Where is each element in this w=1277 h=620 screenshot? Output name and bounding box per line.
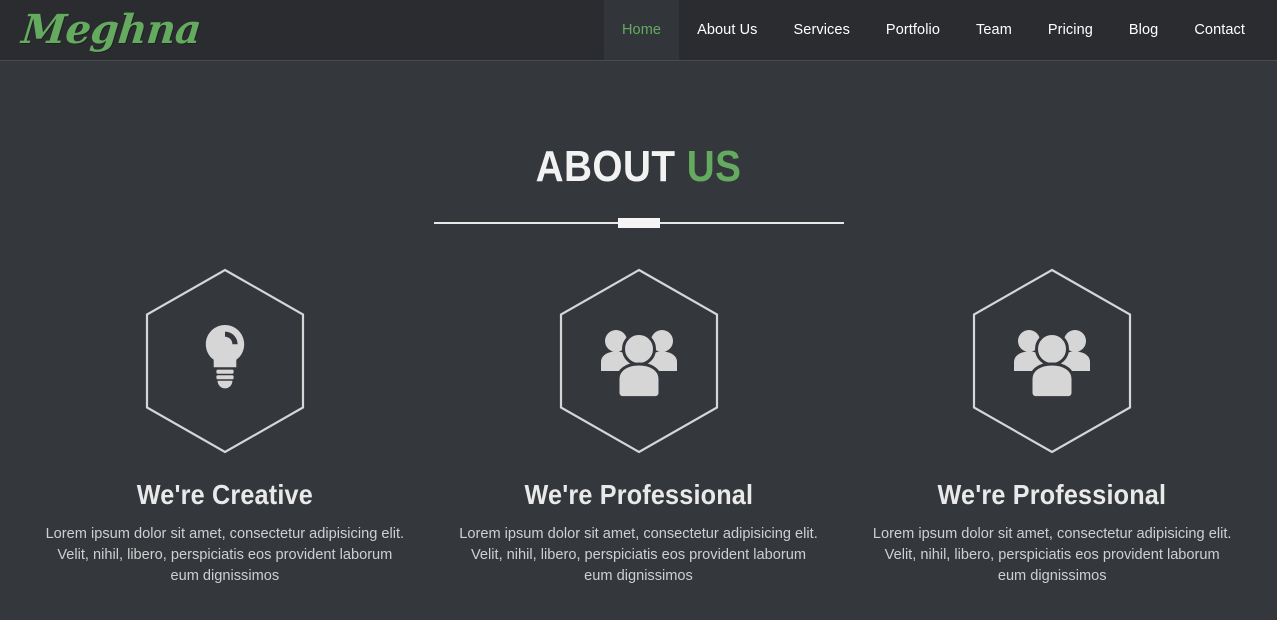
hexagon-badge [446,266,832,456]
divider-knob [617,218,660,228]
site-header: Meghna Home About Us Services Portfolio … [0,0,1277,61]
feature-card-text: Lorem ipsum dolor sit amet, consectetur … [459,525,818,584]
about-us-section: ABOUT US We're Creative Lorem ipsum dolo… [0,61,1277,587]
feature-card[interactable]: We're Professional Lorem ipsum dolor sit… [845,266,1259,587]
feature-card-title: We're Creative [136,479,313,510]
page-title: ABOUT US [77,145,1201,189]
heading-divider [433,218,844,228]
nav-item-team[interactable]: Team [958,0,1030,60]
nav-item-pricing[interactable]: Pricing [1030,0,1111,60]
feature-card-text: Lorem ipsum dolor sit amet, consectetur … [872,525,1232,584]
feature-card-text: Lorem ipsum dolor sit amet, consectetur … [45,525,405,584]
feature-card[interactable]: We're Professional Lorem ipsum dolor sit… [432,266,846,587]
hexagon-badge [32,266,418,456]
main-navigation: Home About Us Services Portfolio Team Pr… [603,0,1277,60]
feature-cards-row: We're Creative Lorem ipsum dolor sit ame… [0,266,1277,587]
feature-card[interactable]: We're Creative Lorem ipsum dolor sit ame… [18,266,432,587]
nav-item-home[interactable]: Home [603,0,680,60]
group-people-icon [973,268,1132,454]
page-title-accent: US [686,142,742,191]
brand-logo-text: Meghna [19,6,204,53]
lightbulb-icon [145,268,304,454]
nav-item-services[interactable]: Services [776,0,868,60]
nav-item-contact[interactable]: Contact [1176,0,1263,60]
nav-item-about-us[interactable]: About Us [679,0,775,60]
page-title-main: ABOUT [535,142,676,191]
group-people-icon [559,268,718,454]
brand-logo-link[interactable]: Meghna [0,0,204,60]
nav-item-portfolio[interactable]: Portfolio [868,0,958,60]
feature-card-title: We're Professional [937,479,1167,510]
feature-card-title: We're Professional [524,479,753,510]
nav-item-blog[interactable]: Blog [1111,0,1176,60]
hexagon-badge [859,266,1245,456]
